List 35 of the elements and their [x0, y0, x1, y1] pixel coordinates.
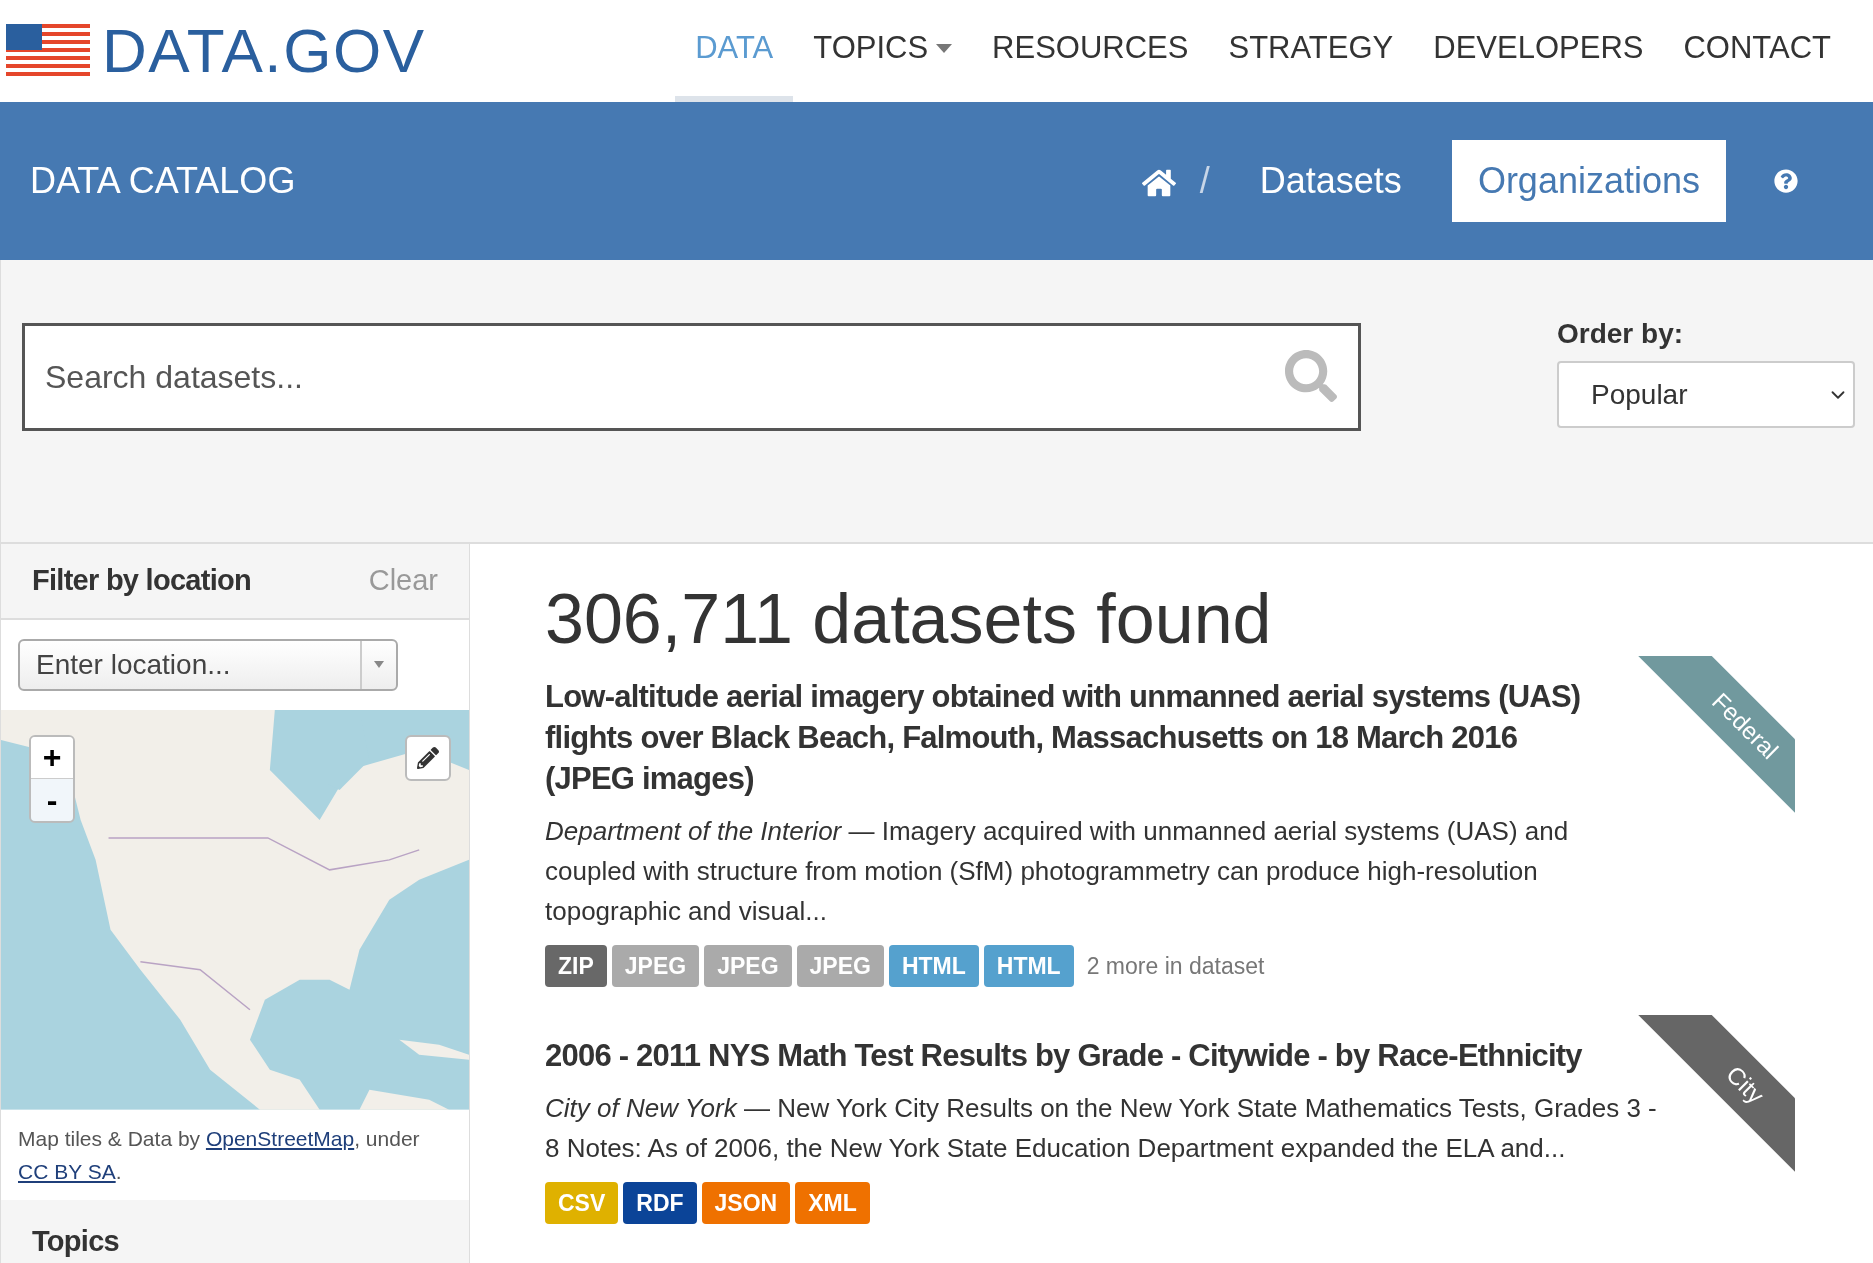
- location-field[interactable]: Enter location...: [18, 638, 398, 691]
- dataset-title[interactable]: Low-altitude aerial imagery obtained with unmanned aerial systems (UAS) flights over Black Beach, Falmouth, Massachusetts on 18 March 2016 (JPEG images): [545, 676, 1665, 799]
- site-logo[interactable]: DATA.GOV: [102, 20, 426, 82]
- nav-link[interactable]: DEVELOPERS: [1413, 0, 1664, 102]
- order-by-label: Order by:: [1557, 317, 1685, 351]
- caret-icon: [374, 661, 384, 669]
- catalog-title: DATA CATALOG: [30, 159, 296, 203]
- breadcrumb-separator: /: [1199, 159, 1210, 203]
- format-label[interactable]: RDF: [623, 1182, 697, 1224]
- help-icon[interactable]: [1774, 169, 1798, 193]
- zoom-in-button[interactable]: +: [31, 736, 73, 779]
- zoom-out-button[interactable]: -: [31, 778, 73, 821]
- map-attribution: Map tiles & Data by OpenStreetMap, under CC BY SA.: [17, 1125, 421, 1185]
- nav-link[interactable]: STRATEGY: [1208, 0, 1414, 102]
- dataset-description: City of New York — New York City Results on the New York State Mathematics Tests, Grades 3 - 8 Notes: As of 2006, the New York State Education Department expanded the ELA and...: [545, 1092, 1658, 1165]
- more-formats: 2 more in dataset: [1086, 951, 1265, 981]
- dataset-title[interactable]: 2006 - 2011 NYS Math Test Results by Grade - Citywide - by Race-Ethnicity: [545, 1035, 1665, 1076]
- nav-link[interactable]: TOPICS: [793, 0, 973, 102]
- filter-title: Filter by location: [32, 563, 251, 599]
- topics-title: Topics: [32, 1224, 119, 1257]
- breadcrumb-link[interactable]: Datasets: [1233, 140, 1428, 222]
- nav-link[interactable]: CONTACT: [1663, 0, 1851, 102]
- flag-icon: [6, 24, 90, 78]
- order-by-select[interactable]: Popular: [1557, 361, 1855, 428]
- attribution-link[interactable]: OpenStreetMap: [205, 1126, 355, 1150]
- search-field[interactable]: Search datasets...: [22, 323, 1361, 431]
- attribution-link[interactable]: CC BY SA: [18, 1159, 116, 1183]
- dataset-description: Department of the Interior — Imagery acquired with unmanned aerial systems (UAS) and coupled with structure from motion (SfM) photogrammetry can produce high-resolution topographic and visual...: [545, 815, 1570, 928]
- nav-link[interactable]: RESOURCES: [972, 0, 1209, 102]
- format-label[interactable]: ZIP: [545, 945, 607, 987]
- results-count: 306,711 datasets found: [545, 584, 1273, 654]
- breadcrumb-link[interactable]: Organizations: [1451, 140, 1726, 222]
- pencil-icon: [417, 746, 439, 769]
- draw-button[interactable]: [405, 734, 451, 781]
- caret-icon: [936, 43, 953, 53]
